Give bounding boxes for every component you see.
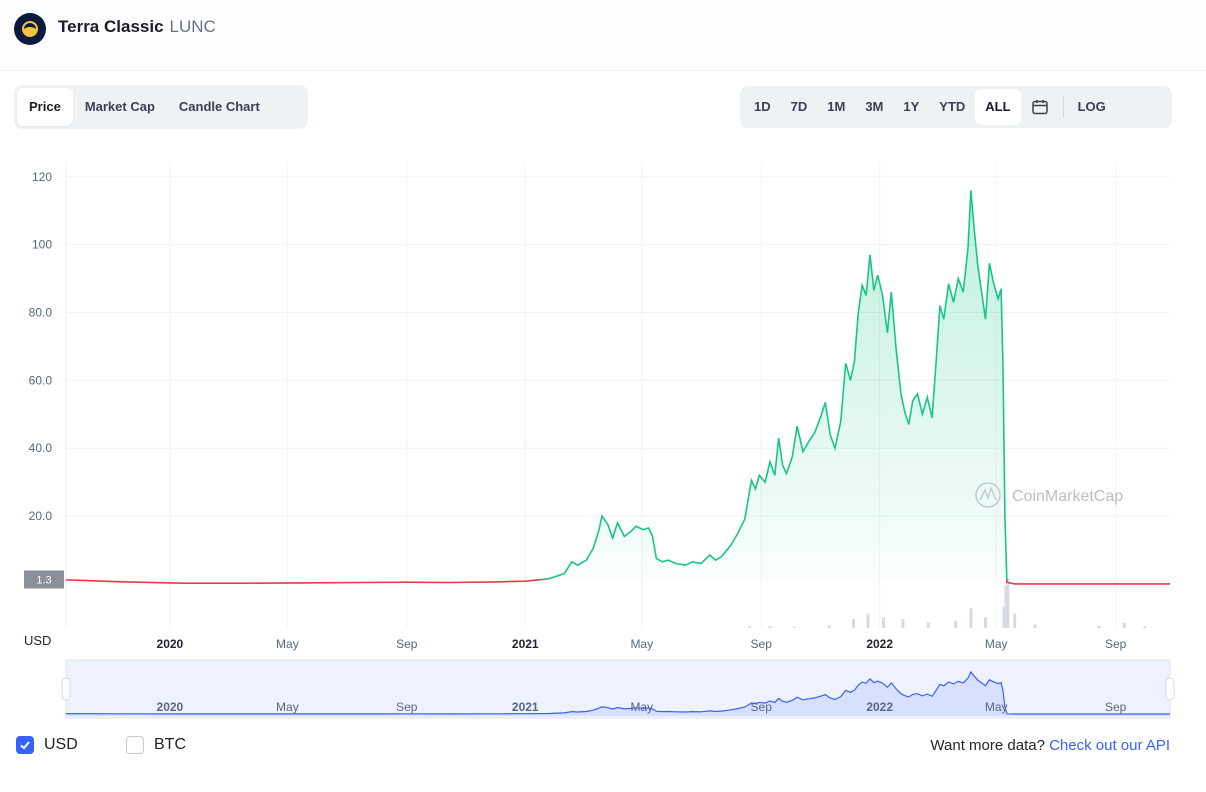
navigator-x-tick-label: 2020 — [157, 700, 184, 714]
navigator-x-tick-label: 2022 — [866, 700, 893, 714]
volume-bar-0 — [748, 626, 752, 628]
calendar-icon — [1031, 100, 1048, 115]
coin-symbol: LUNC — [169, 17, 216, 36]
check-icon — [20, 741, 30, 750]
volume-bar-17 — [1097, 625, 1101, 628]
x-tick-label: May — [276, 637, 299, 651]
range-1y[interactable]: 1Y — [893, 89, 929, 125]
price-line-up — [66, 190, 1008, 580]
tab-price[interactable]: Price — [17, 88, 73, 126]
volume-bar-19 — [1143, 626, 1147, 628]
navigator-x-tick-label: Sep — [751, 700, 773, 714]
x-axis: 2020 May Sep 2021 May Sep 2022 May Sep — [157, 637, 1127, 651]
volume-bar-5 — [866, 613, 870, 628]
time-range-selector: 1D 7D 1M 3M 1Y YTD ALL LOG — [740, 86, 1172, 128]
volume-bar-15 — [1013, 613, 1017, 628]
api-promo: Want more data? Check out our API — [930, 737, 1170, 754]
range-log[interactable]: LOG — [1068, 89, 1116, 125]
y-tick-label: 120 — [32, 170, 52, 184]
btc-label: BTC — [154, 736, 186, 753]
current-price-label: 1.3 — [36, 574, 51, 586]
y-tick-label: 100 — [32, 238, 52, 252]
volume-bars — [748, 578, 1147, 628]
navigator-x-tick-label: 2021 — [512, 700, 539, 714]
volume-bar-3 — [827, 625, 831, 628]
navigator-x-tick-label: May — [985, 700, 1008, 714]
current-price-marker: 1.3 — [24, 570, 64, 589]
volume-bar-18 — [1122, 622, 1126, 628]
chart-type-tabs: Price Market Cap Candle Chart — [14, 85, 308, 129]
terra-logo-icon — [14, 13, 46, 45]
y-tick-label: 20.0 — [29, 509, 53, 523]
x-tick-label: 2022 — [866, 637, 893, 651]
y-tick-label: 60.0 — [29, 373, 53, 387]
range-3m[interactable]: 3M — [855, 89, 893, 125]
api-link[interactable]: Check out our API — [1049, 737, 1170, 754]
navigator-handle-right[interactable] — [1165, 677, 1175, 701]
range-1d[interactable]: 1D — [744, 89, 781, 125]
y-tick-label: 80.0 — [29, 305, 53, 319]
volume-bar-9 — [953, 620, 957, 628]
btc-checkbox[interactable] — [126, 736, 144, 754]
range-navigator[interactable]: 2020 May Sep 2021 May Sep 2022 May Sep — [61, 659, 1175, 719]
x-tick-label: May — [985, 637, 1008, 651]
navigator-handle-left[interactable] — [61, 677, 71, 701]
volume-bar-1 — [768, 625, 772, 628]
volume-bar-6 — [882, 617, 886, 628]
volume-bar-11 — [984, 617, 988, 628]
toggle-btc[interactable]: BTC — [126, 736, 186, 754]
range-1m[interactable]: 1M — [817, 89, 855, 125]
range-7d[interactable]: 7D — [781, 89, 818, 125]
navigator-x-tick-label: May — [276, 700, 299, 714]
volume-bar-10 — [969, 608, 973, 628]
x-tick-label: May — [630, 637, 653, 651]
x-tick-label: Sep — [1105, 637, 1127, 651]
volume-bar-2 — [792, 626, 796, 628]
tab-market-cap[interactable]: Market Cap — [73, 88, 167, 126]
y-axis-unit: USD — [24, 633, 51, 648]
watermark-text: CoinMarketCap — [1012, 488, 1123, 505]
x-tick-label: 2020 — [157, 637, 184, 651]
range-all[interactable]: ALL — [975, 89, 1021, 125]
coin-title: Terra Classic LUNC — [58, 17, 216, 37]
x-tick-label: 2021 — [512, 637, 539, 651]
navigator-x-tick-label: Sep — [1105, 700, 1127, 714]
volume-bar-7 — [901, 619, 905, 628]
x-tick-label: Sep — [751, 637, 773, 651]
y-axis: 120 100 80.0 60.0 40.0 20.0 — [29, 170, 53, 523]
coin-header: Terra Classic LUNC — [0, 0, 1206, 71]
volume-bar-8 — [926, 622, 930, 628]
api-prefix: Want more data? — [930, 737, 1050, 754]
usd-checkbox[interactable] — [16, 736, 34, 754]
calendar-button[interactable] — [1021, 89, 1059, 125]
price-chart[interactable]: 120 100 80.0 60.0 40.0 20.0 1.3 USD 2020 May Se… — [0, 140, 1206, 726]
x-tick-label: Sep — [396, 637, 418, 651]
tab-candle-chart[interactable]: Candle Chart — [167, 88, 272, 126]
coin-name: Terra Classic — [58, 17, 164, 36]
range-ytd[interactable]: YTD — [929, 89, 975, 125]
navigator-x-tick-label: May — [630, 700, 653, 714]
volume-bar-16 — [1033, 624, 1037, 628]
toggle-usd[interactable]: USD — [16, 736, 78, 754]
y-tick-label: 40.0 — [29, 441, 53, 455]
range-divider — [1062, 96, 1064, 118]
usd-label: USD — [44, 736, 78, 753]
navigator-x-tick-label: Sep — [396, 700, 418, 714]
volume-bar-14 — [1006, 578, 1010, 628]
volume-bar-4 — [851, 619, 855, 628]
